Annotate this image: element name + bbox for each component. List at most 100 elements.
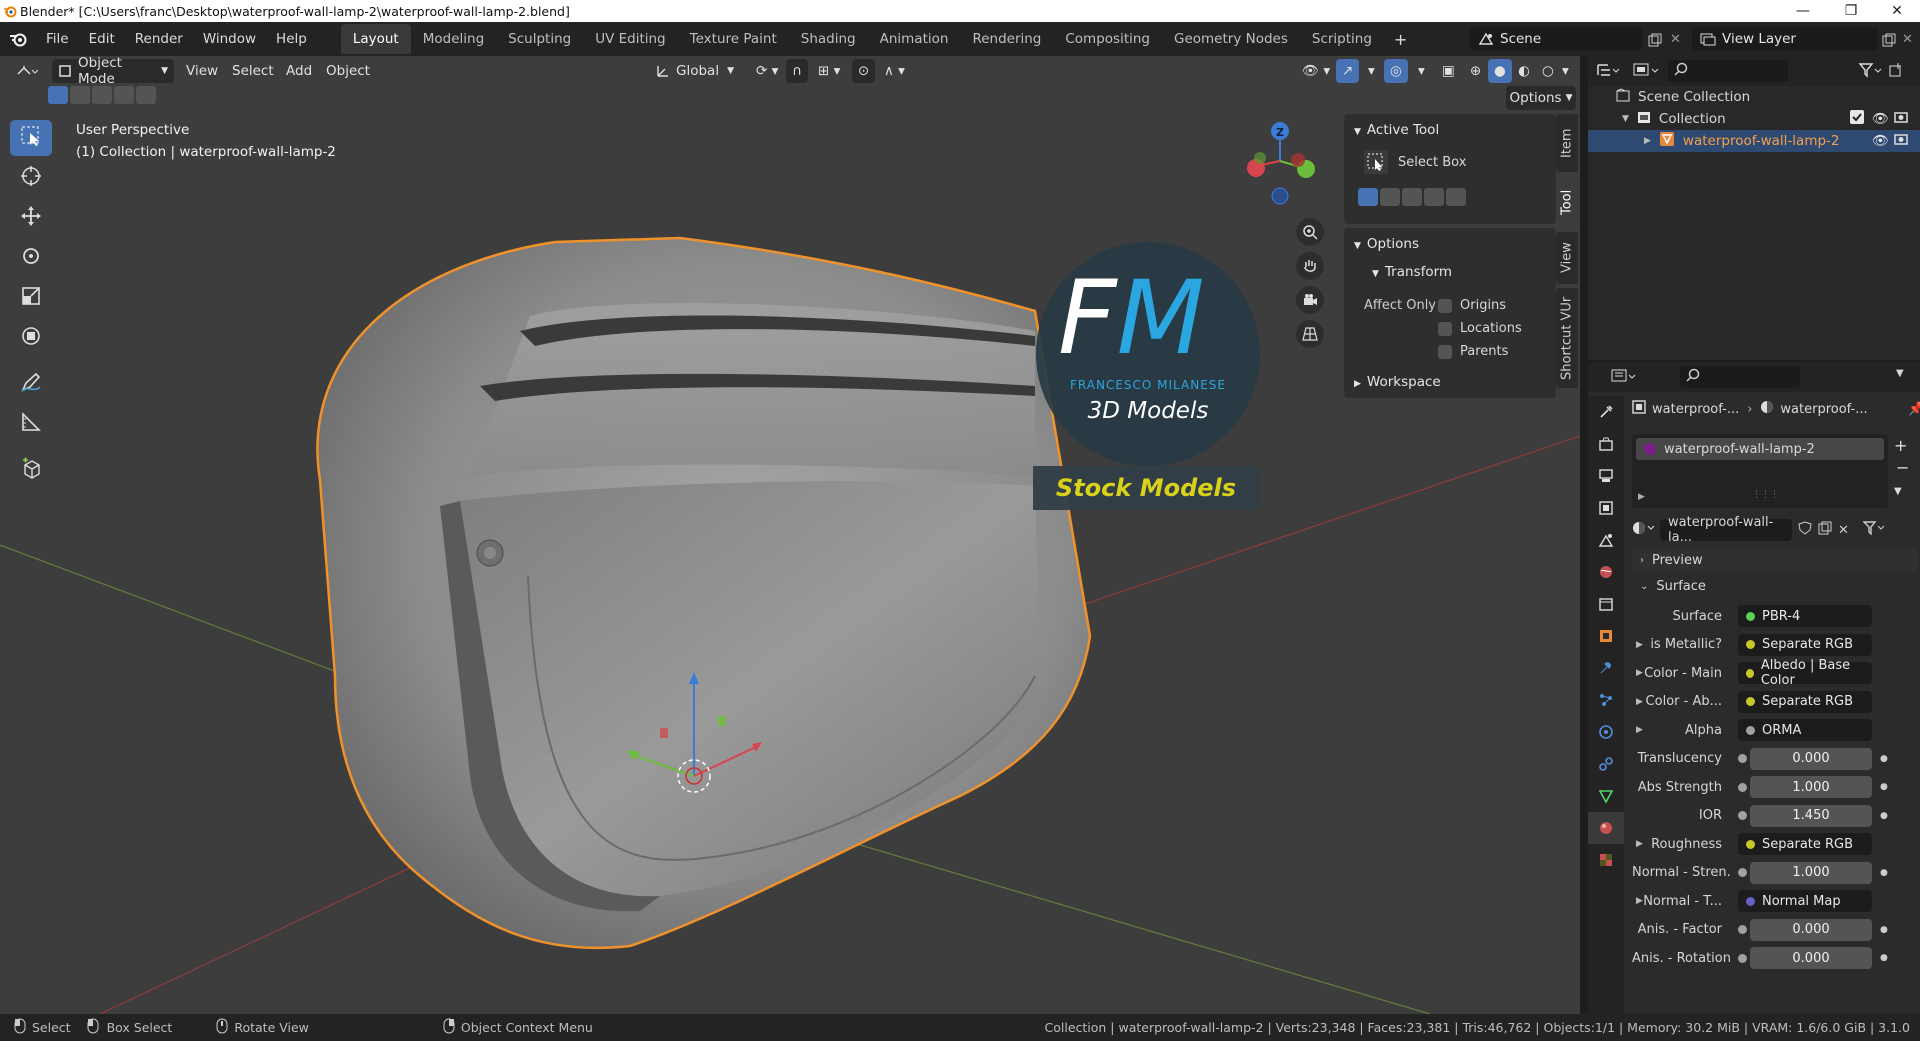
numeric-input[interactable]: 0.000 xyxy=(1750,918,1872,941)
show-gizmo-toggle[interactable]: ↗ xyxy=(1336,59,1360,83)
collection-tab-icon[interactable] xyxy=(1588,588,1624,620)
select-new-icon[interactable] xyxy=(48,86,68,104)
constraints-tab-icon[interactable] xyxy=(1588,748,1624,780)
physics-tab-icon[interactable] xyxy=(1588,716,1624,748)
unlink-material-icon[interactable]: ✕ xyxy=(1838,523,1849,538)
gizmo-dropdown[interactable]: ▾ xyxy=(1362,59,1381,83)
menu-object[interactable]: Object xyxy=(320,59,376,83)
mode-intersect-icon[interactable] xyxy=(1446,188,1466,206)
workspace-header[interactable]: ▶ Workspace xyxy=(1354,374,1441,390)
socket-icon[interactable] xyxy=(1738,868,1747,877)
node-link-field[interactable]: Separate RGB xyxy=(1738,633,1872,656)
surface-panel-header[interactable]: ⌄ Surface xyxy=(1632,574,1918,598)
select-box-tool[interactable] xyxy=(10,120,52,156)
scene-tab-icon[interactable] xyxy=(1588,524,1624,556)
new-collection-icon[interactable] xyxy=(1888,62,1904,82)
visibility-selectability-button[interactable]: 👁 ▾ xyxy=(1296,59,1336,83)
socket-icon[interactable] xyxy=(1738,811,1747,820)
shading-wireframe[interactable]: ⊕ xyxy=(1464,59,1487,83)
origins-checkbox[interactable]: Origins xyxy=(1438,298,1506,313)
blender-menu-icon[interactable] xyxy=(0,22,36,56)
display-mode-icon[interactable] xyxy=(1632,62,1660,82)
socket-icon[interactable] xyxy=(1738,754,1747,763)
output-tab-icon[interactable] xyxy=(1588,460,1624,492)
annotate-tool[interactable] xyxy=(10,366,52,402)
menu-render[interactable]: Render xyxy=(125,31,193,47)
outliner-scene-collection[interactable]: Scene Collection xyxy=(1588,86,1920,108)
perspective-grid-icon[interactable] xyxy=(1296,320,1324,348)
shading-dropdown[interactable]: ▾ xyxy=(1556,59,1575,83)
camera-icon[interactable] xyxy=(1894,110,1908,128)
remove-slot-button[interactable]: − xyxy=(1896,458,1909,477)
tab-rendering[interactable]: Rendering xyxy=(960,24,1053,54)
rotate-tool[interactable] xyxy=(10,240,52,276)
node-link-field[interactable]: PBR-4 xyxy=(1738,605,1872,627)
menu-edit[interactable]: Edit xyxy=(79,31,125,47)
duplicate-material-icon[interactable] xyxy=(1818,521,1832,539)
expand-icon[interactable]: ▶ xyxy=(1638,492,1645,502)
keyframe-dot-icon[interactable]: ● xyxy=(1880,782,1888,792)
filter-icon[interactable] xyxy=(1858,62,1882,82)
scene-selector[interactable]: Scene xyxy=(1470,27,1642,51)
tab-shading[interactable]: Shading xyxy=(789,24,868,54)
keyframe-dot-icon[interactable]: ● xyxy=(1880,811,1888,821)
add-workspace-icon[interactable]: + xyxy=(1384,30,1417,49)
select-intersect-icon[interactable] xyxy=(136,86,156,104)
eye-icon[interactable]: 👁 xyxy=(1872,133,1889,149)
slot-specials-icon[interactable]: ▼ xyxy=(1894,486,1902,497)
delete-scene-icon[interactable]: ✕ xyxy=(1670,32,1681,47)
zoom-icon[interactable] xyxy=(1296,218,1324,246)
node-link-field[interactable]: ORMA xyxy=(1738,719,1872,741)
keyframe-dot-icon[interactable]: ● xyxy=(1880,868,1888,878)
data-tab-icon[interactable] xyxy=(1588,780,1624,812)
menu-view[interactable]: View xyxy=(180,59,224,83)
transform-tool[interactable] xyxy=(10,320,52,356)
select-extend-icon[interactable] xyxy=(70,86,90,104)
new-view-layer-icon[interactable] xyxy=(1882,33,1896,47)
pivot-point-button[interactable]: ⟳ ▾ xyxy=(750,59,784,83)
exclude-checkbox-icon[interactable] xyxy=(1850,110,1864,128)
tab-geometry-nodes[interactable]: Geometry Nodes xyxy=(1162,24,1300,54)
numeric-input[interactable]: 0.000 xyxy=(1750,747,1872,770)
menu-window[interactable]: Window xyxy=(193,31,266,47)
properties-editor-icon[interactable] xyxy=(1610,368,1636,388)
parents-checkbox[interactable]: Parents xyxy=(1438,344,1508,359)
numeric-input[interactable]: 1.000 xyxy=(1750,776,1872,798)
active-tool-row[interactable]: Select Box xyxy=(1364,150,1466,174)
world-tab-icon[interactable] xyxy=(1588,556,1624,588)
numeric-input[interactable]: 1.450 xyxy=(1750,804,1872,827)
close-window-button[interactable]: ✕ xyxy=(1874,0,1920,22)
camera-icon[interactable] xyxy=(1894,132,1908,150)
socket-icon[interactable] xyxy=(1738,925,1747,934)
eye-icon[interactable]: 👁 xyxy=(1872,111,1889,127)
keyframe-dot-icon[interactable]: ● xyxy=(1880,925,1888,935)
tab-shortcut-vur[interactable]: Shortcut VUr xyxy=(1556,288,1578,388)
menu-add[interactable]: Add xyxy=(280,59,318,83)
render-tab-icon[interactable] xyxy=(1588,428,1624,460)
menu-select[interactable]: Select xyxy=(226,59,280,83)
breadcrumb-object[interactable]: waterproof-... xyxy=(1652,402,1739,417)
options-button[interactable]: Options ▼ xyxy=(1506,86,1576,110)
add-slot-button[interactable]: + xyxy=(1894,436,1907,455)
tab-sculpting[interactable]: Sculpting xyxy=(496,24,583,54)
tab-tool[interactable]: Tool xyxy=(1556,176,1578,228)
measure-tool[interactable] xyxy=(10,406,52,442)
view-layer-selector[interactable]: View Layer xyxy=(1692,27,1878,51)
editor-type-button[interactable] xyxy=(10,59,44,83)
tab-view[interactable]: View xyxy=(1556,232,1578,284)
transform-orientation-selector[interactable]: Global ▼ xyxy=(650,59,740,83)
locations-checkbox[interactable]: Locations xyxy=(1438,321,1522,336)
select-subtract-icon[interactable] xyxy=(92,86,112,104)
pin-icon[interactable]: 📌 xyxy=(1908,402,1920,417)
resize-handle-icon[interactable]: ⋮⋮⋮ xyxy=(1752,490,1779,500)
material-browse-icon[interactable] xyxy=(1632,520,1656,540)
modifiers-tab-icon[interactable] xyxy=(1588,652,1624,684)
mode-selector[interactable]: Object Mode ▼ xyxy=(52,56,174,87)
select-invert-icon[interactable] xyxy=(114,86,134,104)
fake-user-shield-icon[interactable] xyxy=(1798,521,1812,539)
menu-file[interactable]: File xyxy=(36,31,79,47)
mode-subtract-icon[interactable] xyxy=(1402,188,1422,206)
collapse-icon[interactable]: ▼ xyxy=(1622,114,1629,124)
mode-new-icon[interactable] xyxy=(1358,188,1378,206)
breadcrumb-material[interactable]: waterproof-... xyxy=(1780,402,1867,417)
